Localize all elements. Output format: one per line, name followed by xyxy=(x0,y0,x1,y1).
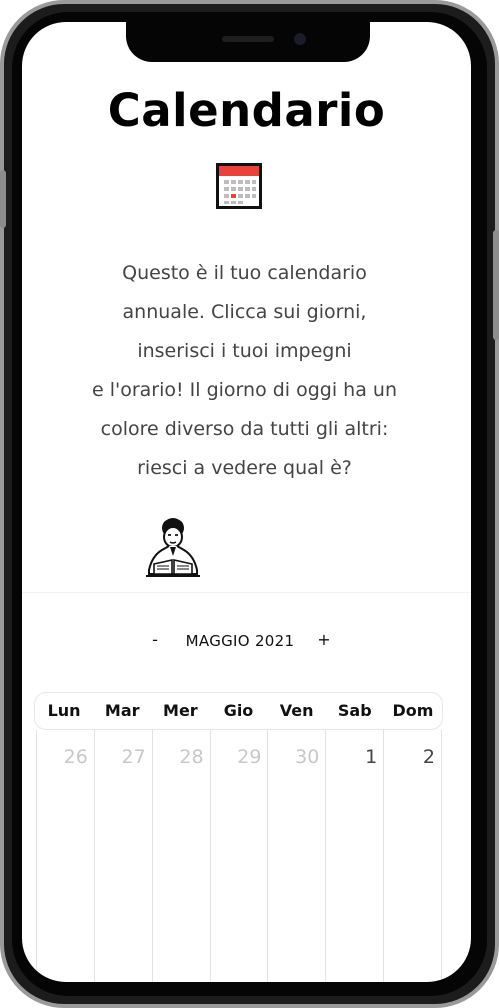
weekday-thu: Gio xyxy=(223,701,254,720)
day-cell[interactable]: 2 xyxy=(384,730,443,982)
day-number: 26 xyxy=(63,746,88,768)
weekday-sat: Sab xyxy=(337,701,372,720)
day-cell[interactable]: 26 xyxy=(37,730,95,982)
weekday-tue: Mar xyxy=(104,701,140,720)
weekday-wed: Mer xyxy=(163,701,198,720)
month-label: MAGGIO 2021 xyxy=(185,632,295,650)
day-number: 29 xyxy=(237,746,262,768)
calendar-icon xyxy=(216,163,262,209)
intro-line: e l'orario! Il giorno di oggi ha un xyxy=(91,379,397,401)
phone-screen: Calendario Questo è il tuo calendario an… xyxy=(22,22,471,982)
weekday-header: Lun Mar Mer Gio Ven Sab Dom xyxy=(34,692,443,730)
calendar-grid: 26 27 28 29 30 1 2 xyxy=(36,730,443,982)
intro-line: Questo è il tuo calendario xyxy=(122,262,367,284)
page-title: Calendario xyxy=(107,84,386,137)
weekday-fri: Ven xyxy=(279,701,314,720)
next-month-button[interactable]: + xyxy=(316,630,332,649)
weekday-sun: Dom xyxy=(392,701,434,720)
day-cell[interactable]: 1 xyxy=(326,730,385,982)
intro-line: annuale. Clicca sui giorni, xyxy=(122,301,367,323)
volume-button xyxy=(0,170,6,228)
day-cell[interactable]: 28 xyxy=(153,730,211,982)
day-number: 28 xyxy=(179,746,204,768)
day-number: 30 xyxy=(295,746,320,768)
day-cell[interactable]: 30 xyxy=(268,730,327,982)
intro-line: colore diverso da tutti gli altri: xyxy=(100,418,389,440)
intro-line: inserisci i tuoi impegni xyxy=(137,340,352,362)
notch xyxy=(126,22,370,62)
intro-text: Questo è il tuo calendario annuale. Clic… xyxy=(47,254,442,488)
month-navigation: - MAGGIO 2021 + xyxy=(22,630,471,656)
power-button xyxy=(493,230,499,340)
intro-line: riesci a vedere qual è? xyxy=(137,457,352,479)
speaker-grille xyxy=(222,36,274,42)
prev-month-button[interactable]: - xyxy=(148,630,162,649)
weekday-mon: Lun xyxy=(47,701,81,720)
day-cell[interactable]: 27 xyxy=(95,730,153,982)
day-number: 1 xyxy=(365,746,378,768)
day-number: 27 xyxy=(121,746,146,768)
day-cell[interactable]: 29 xyxy=(211,730,269,982)
day-number: 2 xyxy=(422,746,436,768)
person-reading-illustration xyxy=(146,518,200,577)
section-divider xyxy=(22,592,471,593)
front-camera xyxy=(294,33,306,45)
